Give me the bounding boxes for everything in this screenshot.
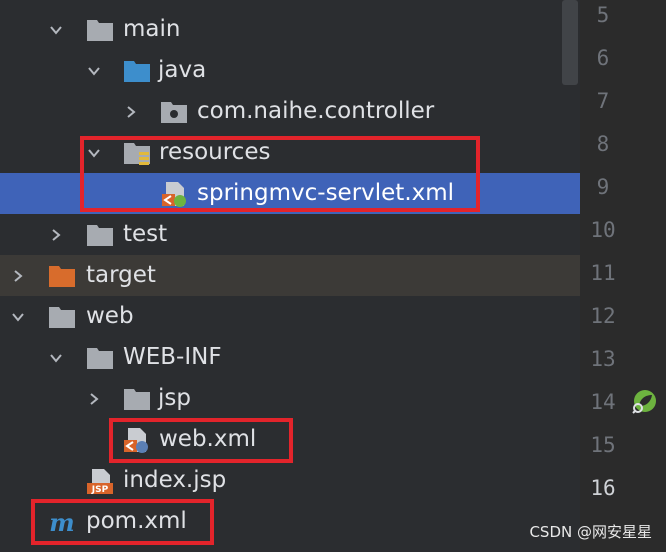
tree-item-package[interactable]: com.naihe.controller <box>0 91 580 132</box>
tree-item-jsp-folder[interactable]: jsp <box>0 378 580 419</box>
line-number: 9 <box>596 175 610 199</box>
tree-item-pom-xml[interactable]: m pom.xml <box>0 501 580 542</box>
line-number: 11 <box>590 261 616 285</box>
chevron-right-icon[interactable] <box>123 104 139 120</box>
tree-item-label: web <box>86 303 134 329</box>
chevron-down-icon[interactable] <box>86 63 102 79</box>
spring-bean-gutter-icon[interactable] <box>632 388 658 414</box>
excluded-folder-icon <box>49 265 75 287</box>
line-number: 6 <box>596 46 610 70</box>
tree-item-label: web.xml <box>159 426 257 452</box>
watermark: CSDN @网安星星 <box>529 523 652 541</box>
line-number-current: 16 <box>590 476 616 500</box>
tree-item-springmvc-servlet-xml[interactable]: springmvc-servlet.xml <box>0 173 580 214</box>
tree-item-label: java <box>158 57 207 83</box>
line-number: 13 <box>590 347 616 371</box>
tree-item-label: com.naihe.controller <box>197 98 435 124</box>
chevron-down-icon[interactable] <box>86 145 102 161</box>
chevron-right-icon[interactable] <box>86 391 102 407</box>
tree-item-java[interactable]: java <box>0 50 580 91</box>
java-source-folder-icon <box>124 60 150 82</box>
tree-item-web-inf[interactable]: WEB-INF <box>0 337 580 378</box>
tree-item-label: springmvc-servlet.xml <box>197 180 455 206</box>
web-xml-file-icon <box>124 427 148 453</box>
line-number: 15 <box>590 433 616 457</box>
chevron-right-icon[interactable] <box>10 268 26 284</box>
resources-folder-icon <box>124 142 150 165</box>
tree-item-web-xml[interactable]: web.xml <box>0 419 580 460</box>
tree-item-resources[interactable]: resources <box>0 132 580 173</box>
tree-scrollbar[interactable] <box>562 0 578 85</box>
chevron-down-icon[interactable] <box>10 309 26 325</box>
tree-item-label: test <box>123 221 168 247</box>
tree-item-label: resources <box>159 139 271 165</box>
line-number: 10 <box>590 218 616 242</box>
tree-item-web[interactable]: web <box>0 296 580 337</box>
folder-icon <box>87 347 113 369</box>
svg-text:JSP: JSP <box>91 485 109 494</box>
folder-icon <box>87 224 113 246</box>
tree-item-label: WEB-INF <box>123 344 222 370</box>
tree-item-label: pom.xml <box>86 508 187 534</box>
jsp-file-icon: JSP <box>87 468 113 494</box>
tree-item-label: index.jsp <box>123 467 227 493</box>
svg-text:m: m <box>49 509 74 535</box>
line-number: 7 <box>596 89 610 113</box>
chevron-down-icon[interactable] <box>48 22 64 38</box>
tree-item-label: jsp <box>158 385 191 411</box>
folder-icon <box>49 306 75 328</box>
tree-item-index-jsp[interactable]: JSP index.jsp <box>0 460 580 501</box>
tree-item-label: main <box>123 16 181 42</box>
tree-item-test[interactable]: test <box>0 214 580 255</box>
chevron-right-icon[interactable] <box>48 227 64 243</box>
editor-gutter: 5 6 7 8 9 10 11 12 13 14 15 16 <box>580 0 666 552</box>
folder-icon <box>124 388 150 410</box>
maven-pom-icon: m <box>49 509 74 535</box>
folder-icon <box>87 19 113 41</box>
tree-item-target[interactable]: target <box>0 255 580 296</box>
project-tree-panel: main java com.naihe.controller resources… <box>0 0 580 552</box>
package-icon <box>161 101 187 123</box>
chevron-down-icon[interactable] <box>48 350 64 366</box>
line-number: 12 <box>590 304 616 328</box>
line-number: 14 <box>590 390 616 414</box>
spring-xml-file-icon <box>162 181 186 207</box>
tree-item-main[interactable]: main <box>0 9 580 50</box>
line-number: 8 <box>596 132 610 156</box>
tree-item-label: target <box>86 262 156 288</box>
line-number: 5 <box>596 3 610 27</box>
